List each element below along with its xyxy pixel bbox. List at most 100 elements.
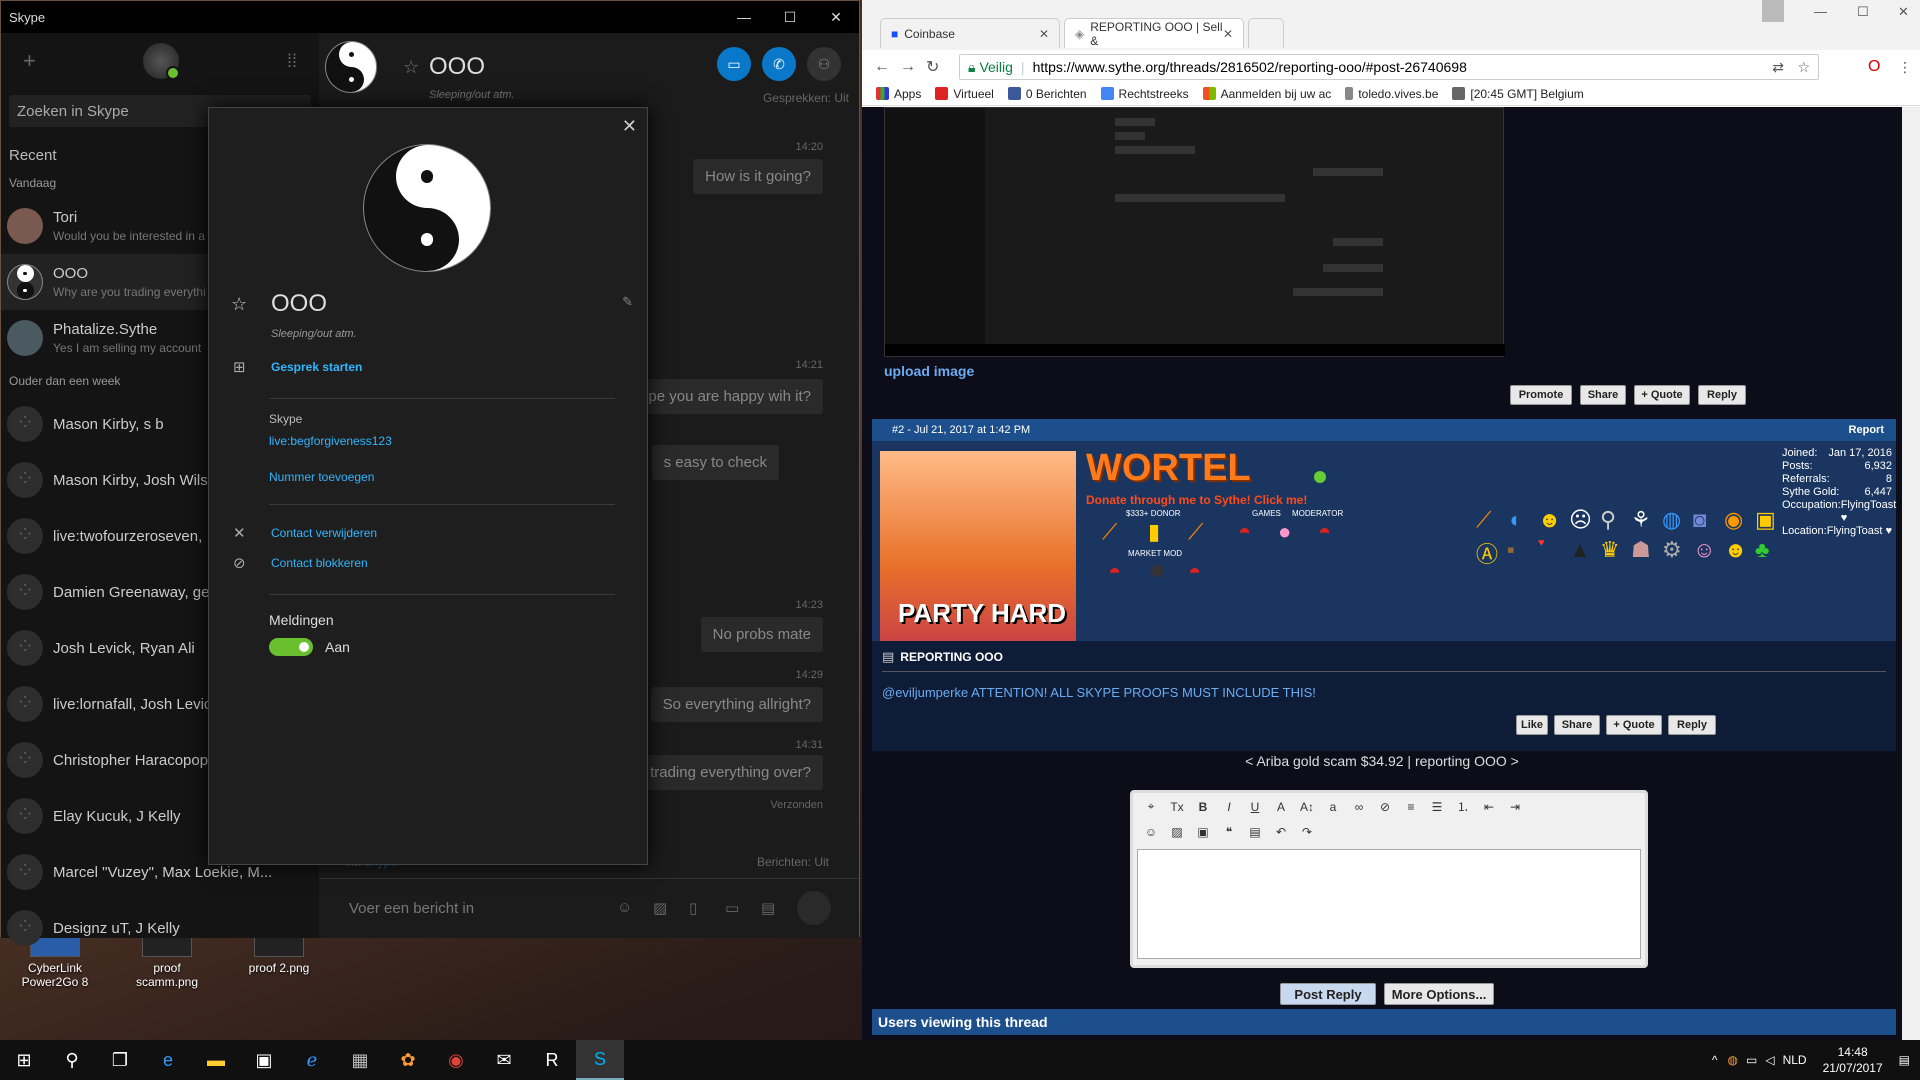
quote-button[interactable]: + Quote — [1606, 715, 1662, 735]
close-icon[interactable]: ✕ — [622, 116, 637, 137]
bold-icon[interactable]: B — [1195, 800, 1211, 814]
close-tab-icon[interactable]: ✕ — [1223, 27, 1233, 41]
address-bar[interactable]: 🔒︎ Veilig | https://www.sythe.org/thread… — [959, 54, 1819, 80]
report-link[interactable]: Report — [1849, 424, 1884, 436]
bookmark-microsoft[interactable]: Aanmelden bij uw ac — [1202, 87, 1331, 101]
contact-card-icon[interactable]: ▤ — [761, 899, 775, 917]
more-options-button[interactable]: More Options... — [1384, 983, 1494, 1005]
edit-icon[interactable]: ✎ — [622, 294, 633, 310]
ie-icon[interactable]: ℯ — [288, 1040, 336, 1080]
reply-textarea[interactable] — [1137, 849, 1641, 959]
volume-icon[interactable]: ◁ — [1765, 1053, 1774, 1067]
file-icon[interactable]: ▯ — [689, 899, 697, 917]
bookmark-facebook[interactable]: 0 Berichten — [1007, 87, 1087, 101]
network-icon[interactable]: ▭ — [1746, 1053, 1757, 1067]
minimize-icon[interactable]: — — [1814, 4, 1827, 19]
share-button[interactable]: Share — [1580, 385, 1626, 405]
tray-app-icon[interactable]: ◍ — [1728, 1053, 1738, 1067]
emoji-icon[interactable]: ☺ — [617, 899, 632, 916]
chevron-up-icon[interactable]: ^ — [1712, 1053, 1718, 1067]
indent-icon[interactable]: ⇥ — [1507, 800, 1523, 814]
chrome-icon[interactable]: ◉ — [432, 1040, 480, 1080]
reply-button[interactable]: Reply — [1668, 715, 1716, 735]
media-icon[interactable]: ▣ — [1195, 825, 1211, 839]
profile-icon[interactable] — [1762, 0, 1784, 22]
undo-icon[interactable]: ↶ — [1273, 825, 1289, 839]
favorite-star-icon[interactable]: ☆ — [231, 294, 247, 315]
send-icon[interactable] — [797, 891, 831, 925]
image-icon[interactable]: ▨ — [653, 899, 667, 917]
block-contact-button[interactable]: ⊘ Contact blokkeren — [233, 554, 368, 572]
number-list-icon[interactable]: ⒈ — [1455, 798, 1471, 815]
new-tab-button[interactable] — [1248, 18, 1284, 48]
like-button[interactable]: Like — [1516, 715, 1548, 735]
start-chat-button[interactable]: ⊞ Gesprek starten — [233, 358, 362, 376]
maximize-icon[interactable]: ☐ — [1857, 4, 1869, 20]
quote-button[interactable]: + Quote — [1634, 385, 1690, 405]
message-input[interactable]: Voer een bericht in ☺ ▨ ▯ ▭ ▤ — [319, 878, 859, 938]
font-color-icon[interactable]: A — [1273, 800, 1289, 814]
forward-icon[interactable]: → — [900, 58, 916, 76]
thread-navigation[interactable]: < Ariba gold scam $34.92 | reporting OOO… — [862, 753, 1902, 769]
maximize-icon[interactable]: ☐ — [767, 1, 813, 33]
picasa-icon[interactable]: ✿ — [384, 1040, 432, 1080]
translate-icon[interactable]: ⇄ — [1772, 59, 1784, 76]
clock[interactable]: 14:48 21/07/2017 — [1823, 1044, 1883, 1076]
skype-icon[interactable]: S — [576, 1040, 624, 1080]
bookmark-star-icon[interactable]: ☆ — [1797, 59, 1810, 76]
minimize-icon[interactable]: — — [721, 1, 767, 33]
clear-format-icon[interactable]: Tx — [1169, 800, 1185, 814]
app-icon[interactable]: ▦ — [336, 1040, 384, 1080]
post-reply-button[interactable]: Post Reply — [1280, 983, 1376, 1005]
video-call-icon[interactable]: ▭ — [717, 47, 751, 81]
call-icon[interactable]: ✆ — [762, 47, 796, 81]
avatar[interactable] — [143, 43, 181, 80]
italic-icon[interactable]: I — [1221, 800, 1237, 814]
remove-contact-button[interactable]: ✕ Contact verwijderen — [233, 524, 377, 542]
upload-image-link[interactable]: upload image — [884, 363, 974, 379]
bullet-list-icon[interactable]: ☰ — [1429, 800, 1445, 814]
menu-icon[interactable]: ⋮ — [1898, 59, 1912, 76]
scrollbar[interactable] — [1902, 107, 1920, 1040]
promote-button[interactable]: Promote — [1510, 385, 1572, 405]
conversations-toggle[interactable]: Gesprekken: Uit — [763, 91, 849, 105]
redo-icon[interactable]: ↷ — [1299, 825, 1315, 839]
opera-icon[interactable]: O — [1868, 58, 1880, 76]
smiley-icon[interactable]: ☺ — [1143, 825, 1159, 839]
edge-icon[interactable]: e — [144, 1040, 192, 1080]
notifications-icon[interactable]: ▤ — [1899, 1053, 1910, 1067]
link-icon[interactable]: ∞ — [1351, 800, 1367, 814]
task-view-icon[interactable]: ❐ — [96, 1040, 144, 1080]
skype-id-link[interactable]: live:begforgiveness123 — [269, 434, 392, 448]
save-icon[interactable]: ▤ — [1247, 825, 1263, 839]
back-icon[interactable]: ← — [874, 58, 890, 76]
messages-toggle[interactable]: Berichten: Uit — [757, 855, 829, 869]
add-icon[interactable]: + — [23, 48, 36, 74]
bookmark-virtueel[interactable]: Virtueel — [935, 87, 994, 101]
share-button[interactable]: Share — [1554, 715, 1600, 735]
quote-icon[interactable]: ❝ — [1221, 825, 1237, 839]
start-icon[interactable]: ⊞ — [0, 1040, 48, 1080]
tab-reporting[interactable]: ◈ REPORTING OOO | Sell & ✕ — [1064, 18, 1244, 48]
image-icon[interactable]: ▨ — [1169, 825, 1185, 839]
bookmark-apps[interactable]: Apps — [876, 87, 921, 101]
reload-icon[interactable]: ↻ — [926, 57, 939, 77]
add-people-icon[interactable]: ⚇ — [807, 47, 841, 81]
format-icon[interactable]: ⌖ — [1143, 799, 1159, 814]
close-tab-icon[interactable]: ✕ — [1039, 27, 1049, 41]
font-family-icon[interactable]: a — [1325, 800, 1341, 814]
dialpad-icon[interactable]: ⁞⁞ — [287, 51, 297, 72]
username[interactable]: WORTEL — [1086, 447, 1251, 490]
unlink-icon[interactable]: ⊘ — [1377, 800, 1393, 814]
store-icon[interactable]: ▣ — [240, 1040, 288, 1080]
bookmark-rechtstreeks[interactable]: Rechtstreeks — [1100, 87, 1189, 101]
close-icon[interactable]: ✕ — [1898, 4, 1909, 20]
outdent-icon[interactable]: ⇤ — [1481, 800, 1497, 814]
contact-item[interactable]: Designz uT, J Kelly — [1, 900, 319, 956]
favorite-star-icon[interactable]: ☆ — [403, 57, 419, 78]
file-explorer-icon[interactable]: ▬ — [192, 1040, 240, 1080]
add-number-link[interactable]: Nummer toevoegen — [269, 470, 374, 484]
align-icon[interactable]: ≡ — [1403, 800, 1419, 814]
bookmark-toledo[interactable]: toledo.vives.be — [1345, 87, 1438, 101]
search-icon[interactable]: ⚲ — [48, 1040, 96, 1080]
